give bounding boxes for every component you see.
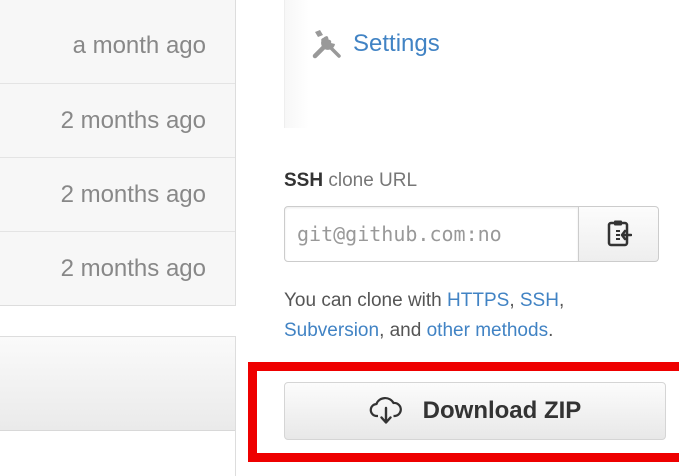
commit-age: 2 months ago [60, 180, 206, 208]
ssh-link[interactable]: SSH [520, 290, 559, 311]
settings-label: Settings [353, 30, 440, 57]
clipboard-icon [607, 220, 632, 247]
subversion-link[interactable]: Subversion [284, 320, 379, 341]
other-methods-link[interactable]: other methods [427, 320, 548, 341]
clone-url-title: SSH clone URL [284, 170, 417, 192]
copy-to-clipboard-button[interactable] [579, 206, 659, 262]
clone-help-separator: , and [379, 320, 427, 341]
clone-help-text: You can clone with HTTPS, SSH, Subversion… [284, 286, 664, 346]
commit-age: a month ago [72, 31, 206, 59]
https-link[interactable]: HTTPS [447, 290, 509, 311]
clone-protocol: SSH [284, 170, 324, 191]
clone-help-separator: , [558, 290, 565, 311]
clone-help-prefix: You can clone with [284, 290, 448, 311]
file-row: a month ago [0, 0, 235, 84]
download-zip-button[interactable]: Download ZIP [284, 382, 666, 440]
repo-nav-panel: Settings [284, 0, 679, 128]
tools-icon [312, 30, 341, 59]
commit-age: 2 months ago [60, 106, 206, 134]
clone-help-suffix: . [548, 320, 554, 341]
settings-link[interactable]: Settings [309, 26, 440, 62]
file-table: a month ago 2 months ago 2 months ago 2 … [0, 0, 236, 306]
commit-age: 2 months ago [60, 255, 206, 282]
clone-url-group [284, 206, 659, 262]
clone-title-suffix: clone URL [323, 170, 418, 191]
readme-box [0, 336, 236, 476]
file-row: 2 months ago [0, 232, 235, 306]
clone-url-input[interactable] [284, 206, 580, 262]
download-zip-label: Download ZIP [422, 397, 582, 424]
readme-header [0, 337, 235, 431]
page: a month ago 2 months ago 2 months ago 2 … [0, 0, 679, 476]
file-row: 2 months ago [0, 158, 235, 232]
clone-help-separator: , [509, 290, 520, 311]
file-row: 2 months ago [0, 84, 235, 158]
cloud-download-icon [369, 396, 402, 424]
